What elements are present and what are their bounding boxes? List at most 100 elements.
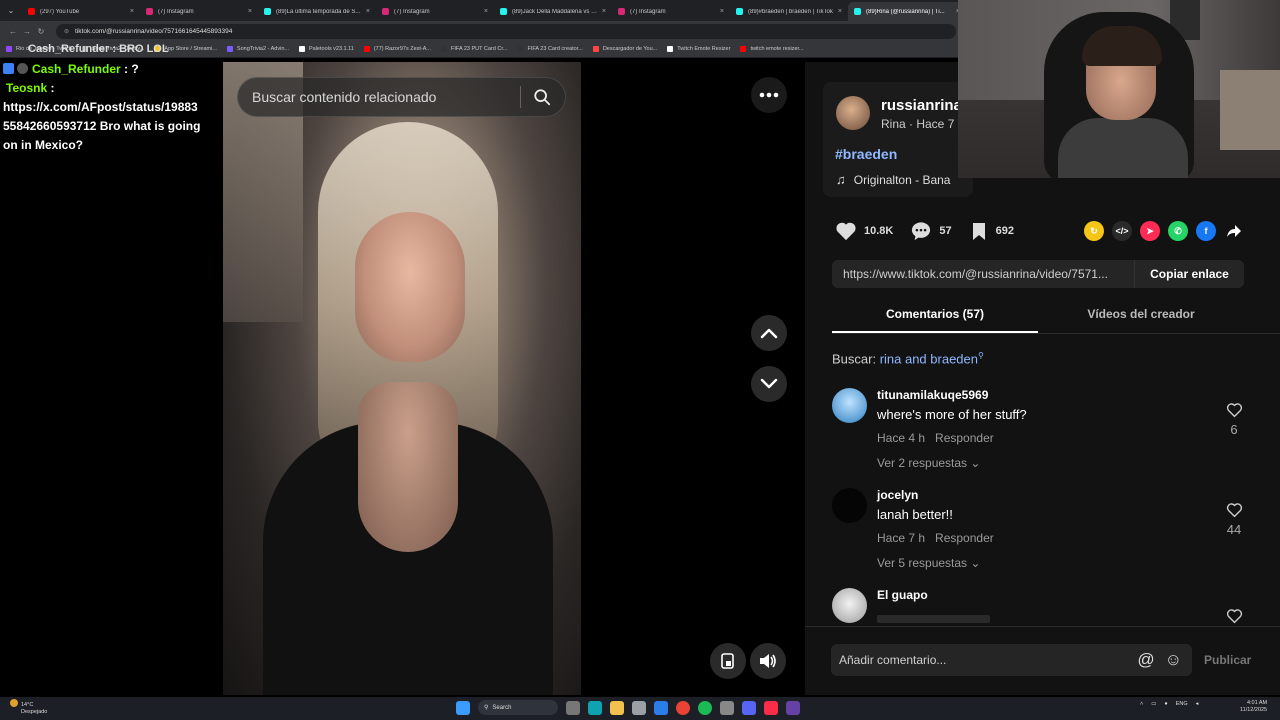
commenter-avatar[interactable] xyxy=(832,588,867,623)
music-note-icon: ♫ xyxy=(836,172,846,187)
bookmark-item[interactable]: FIFA 23 PUT Card Cr... xyxy=(441,46,507,52)
comment-item: jocelyn lanah better!! Hace 7 h Responder… xyxy=(832,488,1252,578)
tab-close-icon[interactable]: × xyxy=(720,8,724,15)
speaker-icon[interactable]: ◂ xyxy=(1196,701,1199,707)
tab-close-icon[interactable]: × xyxy=(602,8,606,15)
copy-link-button[interactable]: Copiar enlace xyxy=(1134,260,1244,288)
embed-icon[interactable]: </> xyxy=(1112,221,1132,241)
comment-button[interactable]: 57 xyxy=(910,221,952,241)
tab-close-icon[interactable]: × xyxy=(484,8,488,15)
bookmark-item[interactable]: twitch emote resizer... xyxy=(740,46,804,52)
mention-icon[interactable]: @ xyxy=(1137,650,1154,670)
taskbar-clock[interactable]: 4:01 AM 11/12/2025 xyxy=(1240,700,1267,714)
reload-icon[interactable]: ↻ xyxy=(34,27,48,36)
browser-tab[interactable]: (89)Rina (@russianrina) | Ti...× xyxy=(848,2,966,21)
bookmark-item[interactable]: FIFA 23 Card creator... xyxy=(517,46,583,52)
bookmark-item[interactable]: Descargador de You... xyxy=(592,46,657,52)
chrome-icon[interactable] xyxy=(676,700,690,715)
send-icon[interactable]: ➤ xyxy=(1140,221,1160,241)
music-app-icon[interactable] xyxy=(764,700,778,715)
url-field[interactable]: ⊜ tiktok.com/@russianrina/video/75716616… xyxy=(56,23,956,39)
chat-username: Teosnk xyxy=(6,81,48,95)
site-info-icon[interactable]: ⊜ xyxy=(64,28,69,35)
tray-expand-icon[interactable]: ˄ xyxy=(1140,701,1143,707)
app-icon[interactable] xyxy=(720,700,734,715)
browser-tab[interactable]: (297) YouTube × xyxy=(22,2,140,21)
commenter-avatar[interactable] xyxy=(832,488,867,523)
bookmark-label: Twitch Emote Resizer xyxy=(677,46,731,52)
comment-meta: Hace 4 h Responder xyxy=(877,431,994,445)
task-view-icon[interactable] xyxy=(566,700,580,715)
system-tray: ˄ ▭ ● ENG ◂ xyxy=(1140,701,1202,707)
commenter-avatar[interactable] xyxy=(832,388,867,423)
emoji-icon[interactable]: ☺ xyxy=(1165,650,1182,670)
tab-close-icon[interactable]: × xyxy=(130,8,134,15)
author-username[interactable]: russianrina xyxy=(881,97,962,114)
hashtag-link[interactable]: #braeden xyxy=(835,146,897,162)
file-explorer-icon[interactable] xyxy=(610,700,624,715)
facebook-icon[interactable]: f xyxy=(1196,221,1216,241)
comment-like-button[interactable] xyxy=(1224,402,1244,423)
video-player[interactable] xyxy=(223,62,581,695)
browser-tab[interactable]: (89)La última temporada de S... × xyxy=(258,2,376,21)
bookmark-item[interactable]: (77) Razor97s Zest-A... xyxy=(363,46,431,52)
like-button[interactable]: 10.8K xyxy=(835,221,893,241)
view-replies-button[interactable]: Ver 2 respuestas ⌄ xyxy=(877,456,980,470)
comment-like-button[interactable] xyxy=(1224,608,1244,626)
search-icon[interactable] xyxy=(533,88,551,106)
share-link-text[interactable]: https://www.tiktok.com/@russianrina/vide… xyxy=(832,267,1134,281)
view-replies-button[interactable]: Ver 5 respuestas ⌄ xyxy=(877,556,980,570)
discord-icon[interactable] xyxy=(742,700,756,715)
browser-tab[interactable]: (7) Instagram × xyxy=(376,2,494,21)
author-avatar[interactable] xyxy=(836,96,870,130)
bookmark-item[interactable]: Paletools v23.1.11 xyxy=(298,46,354,52)
weather-widget[interactable]: 14°C Despejado xyxy=(10,699,47,716)
browser-tab[interactable]: (7) Instagram × xyxy=(612,2,730,21)
bookmark-favicon-icon xyxy=(298,46,305,52)
bookmark-item[interactable]: Twitch Emote Resizer xyxy=(667,46,730,52)
network-icon[interactable]: ▭ xyxy=(1151,701,1156,707)
browser-tab[interactable]: (7) Instagram × xyxy=(140,2,258,21)
comment-input[interactable]: Añadir comentario... @ ☺ xyxy=(831,644,1192,676)
next-video-button[interactable] xyxy=(751,366,787,402)
photos-icon[interactable] xyxy=(632,700,646,715)
search-suggestion[interactable]: Buscar: rina and braeden⚲ xyxy=(832,351,984,366)
bookmark-item[interactable]: SongTrivia2 - Advin... xyxy=(226,46,289,52)
reply-button[interactable]: Responder xyxy=(935,431,994,445)
spotify-icon[interactable] xyxy=(698,700,712,715)
obs-icon[interactable] xyxy=(786,700,800,715)
edge-icon[interactable] xyxy=(588,700,602,715)
previous-video-button[interactable] xyxy=(751,315,787,351)
pip-button[interactable] xyxy=(710,643,746,679)
share-arrow-icon[interactable] xyxy=(1226,223,1242,244)
forward-icon[interactable]: → xyxy=(20,27,34,36)
tab-close-icon[interactable]: × xyxy=(366,8,370,15)
tab-close-icon[interactable]: × xyxy=(248,8,252,15)
back-icon[interactable]: ← xyxy=(6,27,20,36)
comment-like-button[interactable] xyxy=(1224,502,1244,523)
save-button[interactable]: 692 xyxy=(969,221,1014,241)
language-indicator[interactable]: ENG xyxy=(1176,701,1188,707)
taskbar-search[interactable]: ⚲ Search xyxy=(478,700,558,715)
reply-button[interactable]: Responder xyxy=(935,531,994,545)
repost-icon[interactable]: ↻ xyxy=(1084,221,1104,241)
tab-search-icon[interactable]: ⌄ xyxy=(0,0,22,21)
browser-tab[interactable]: (89)Jack Della Maddalena vs Is... × xyxy=(494,2,612,21)
tab-creator-videos[interactable]: Vídeos del creador xyxy=(1038,300,1244,333)
music-link[interactable]: ♫ Originalton - Bana xyxy=(836,172,950,187)
comment-like-count: 44 xyxy=(1226,522,1242,537)
commenter-name[interactable]: jocelyn xyxy=(877,488,918,502)
start-icon[interactable] xyxy=(456,700,470,715)
publish-button[interactable]: Publicar xyxy=(1204,653,1251,667)
tab-close-icon[interactable]: × xyxy=(838,8,842,15)
whatsapp-icon[interactable]: ✆ xyxy=(1168,221,1188,241)
volume-button[interactable] xyxy=(750,643,786,679)
mic-icon[interactable]: ● xyxy=(1164,701,1167,707)
related-search-input[interactable]: Buscar contenido relacionado xyxy=(237,77,566,117)
mail-icon[interactable] xyxy=(654,700,668,715)
tab-comments[interactable]: Comentarios (57) xyxy=(832,300,1038,333)
commenter-name[interactable]: titunamilakuqe5969 xyxy=(877,388,988,402)
browser-tab[interactable]: (89)#braeden | braeden | TikTok × xyxy=(730,2,848,21)
more-options-button[interactable] xyxy=(751,77,787,113)
commenter-name[interactable]: El guapo xyxy=(877,588,928,602)
